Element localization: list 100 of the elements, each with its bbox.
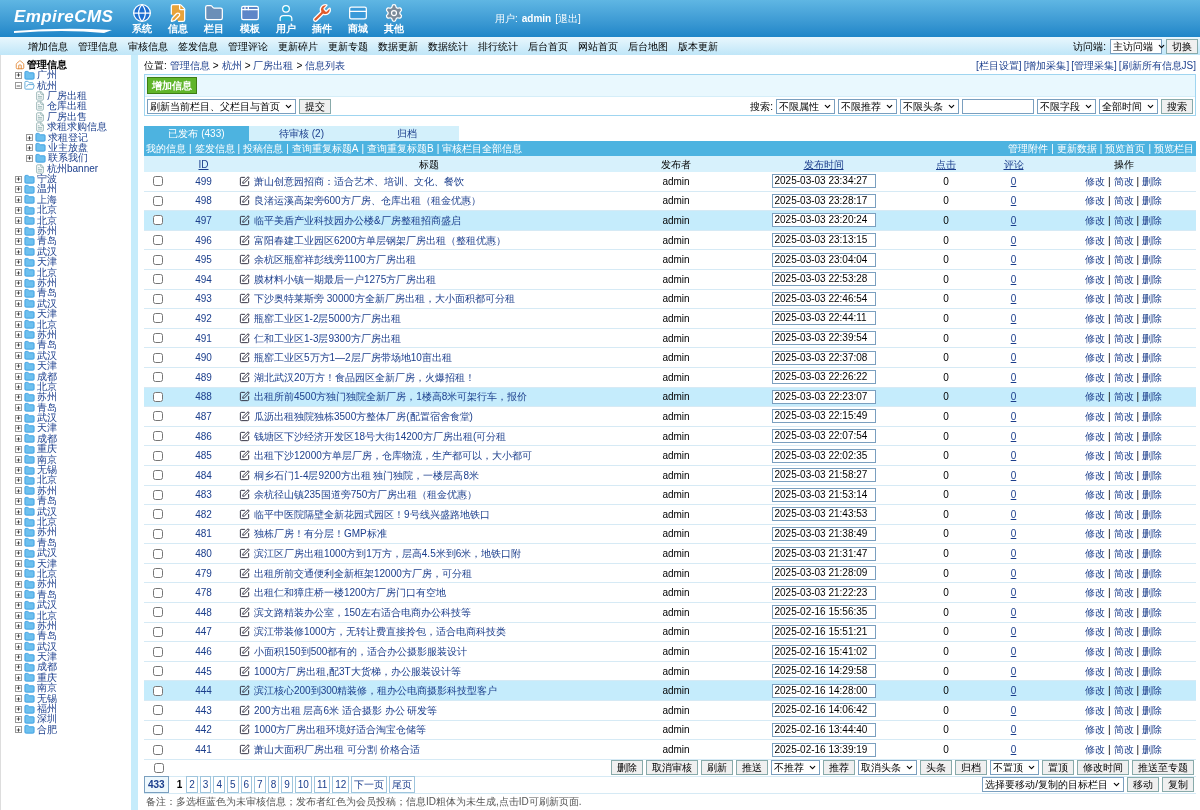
row-checkbox[interactable] xyxy=(152,352,163,363)
expand-icon[interactable] xyxy=(15,508,22,516)
table-row[interactable]: 441 萧山大面积厂房出租 可分割 价格合适 admin 2025-02-16 13:39:19 0 0 修改 | 简改 | 删除 xyxy=(144,740,1196,760)
dropdown[interactable]: 不限头条 xyxy=(900,98,959,114)
action-button[interactable]: 推送至专题 xyxy=(1132,760,1194,776)
row-action-link[interactable]: 简改 xyxy=(1113,173,1134,189)
menu-item[interactable]: 数据更新 xyxy=(378,38,418,54)
menu-item[interactable]: 审核信息 xyxy=(128,38,168,54)
table-row[interactable]: 485 出租下沙12000方单层厂房，仓库物流，生产都可以，大小都可 admin 2025-03-03 22:02:35 0 0 修改 | 简改 | 删除 xyxy=(144,446,1196,466)
id-link[interactable]: 479 xyxy=(195,565,212,581)
menu-item[interactable]: 管理评论 xyxy=(228,38,268,54)
page-link[interactable]: 6 xyxy=(240,776,253,794)
column-header[interactable]: 评论 xyxy=(1003,156,1024,172)
dropdown[interactable]: 全部时间 xyxy=(1099,98,1158,114)
time-field[interactable]: 2025-03-03 22:44:11 xyxy=(771,311,876,326)
tree-item[interactable]: 成都 xyxy=(37,662,57,673)
row-action-link[interactable]: 删除 xyxy=(1142,487,1163,503)
nav-button[interactable]: 栏目 xyxy=(201,3,227,34)
row-checkbox[interactable] xyxy=(152,705,163,716)
search-field[interactable] xyxy=(962,98,1034,114)
comments-link[interactable]: 0 xyxy=(1010,487,1017,503)
tree-item[interactable]: 武汉 xyxy=(37,548,57,559)
time-field[interactable]: 2025-02-16 15:41:02 xyxy=(771,644,876,659)
row-action-link[interactable]: 修改 xyxy=(1084,330,1105,346)
nav-button[interactable]: 信息 xyxy=(165,3,191,34)
row-action-link[interactable]: 删除 xyxy=(1142,644,1163,660)
row-checkbox[interactable] xyxy=(152,450,163,461)
comments-link[interactable]: 0 xyxy=(1010,291,1017,307)
id-link[interactable]: 495 xyxy=(195,252,212,268)
table-row[interactable]: 498 良渚运溪高架旁600方厂房、仓库出租（租金优惠） admin 2025-03-03 23:28:17 0 0 修改 | 简改 | 删除 xyxy=(144,191,1196,212)
tree-item[interactable]: 合肥 xyxy=(37,724,57,735)
expand-icon[interactable] xyxy=(15,217,22,225)
tree-item[interactable]: 天津 xyxy=(37,652,57,663)
row-checkbox[interactable] xyxy=(152,529,163,539)
title-link[interactable]: 出租所前4500方独门独院全新厂房，1楼高8米可架行车，报价 xyxy=(254,389,528,405)
action-button[interactable]: 取消审核 xyxy=(646,760,698,776)
action-button[interactable]: 切换 xyxy=(1166,38,1198,54)
expand-icon[interactable] xyxy=(15,591,22,599)
row-action-link[interactable]: 简改 xyxy=(1113,448,1134,464)
row-action-link[interactable]: 修改 xyxy=(1084,232,1105,248)
row-checkbox[interactable] xyxy=(152,509,163,520)
table-row[interactable]: 445 1000方厂房出租,配3T大货梯，办公服装设计等 admin 2025-02-16 14:29:58 0 0 修改 | 简改 | 删除 xyxy=(144,661,1196,682)
tree-item[interactable]: 广州 xyxy=(37,70,57,81)
expand-icon[interactable] xyxy=(15,258,22,266)
tree-item[interactable]: 苏州 xyxy=(37,392,57,403)
comments-link[interactable]: 0 xyxy=(1010,369,1017,385)
id-link[interactable]: 447 xyxy=(195,624,212,640)
row-action-link[interactable]: 删除 xyxy=(1142,173,1163,189)
title-link[interactable]: 膜材料小镇一期最后一户1275方厂房出租 xyxy=(254,271,437,287)
tree-item[interactable]: 天津 xyxy=(37,558,57,569)
tree-item[interactable]: 苏州 xyxy=(37,329,57,340)
expand-icon[interactable] xyxy=(15,383,22,391)
comments-link[interactable]: 0 xyxy=(1010,604,1017,620)
table-row[interactable]: 483 余杭径山镇235国道旁750方厂房出租（租金优惠） admin 2025-03-03 21:53:14 0 0 修改 | 简改 | 删除 xyxy=(144,485,1196,506)
comments-link[interactable]: 0 xyxy=(1010,644,1017,660)
row-action-link[interactable]: 简改 xyxy=(1113,702,1134,718)
table-row[interactable]: 480 滨江区厂房出租1000方到1万方，层高4.5米到6米，地铁口附 admin 2025-03-03 21:31:47 0 0 修改 | 简改 | 删除 xyxy=(144,544,1196,564)
row-action-link[interactable]: 修改 xyxy=(1084,369,1105,385)
table-row[interactable]: 448 滨文路精装办公室，150左右适合电商办公科技等 admin 2025-02-16 15:56:35 0 0 修改 | 简改 | 删除 xyxy=(144,603,1196,623)
table-row[interactable]: 486 钱塘区下沙经济开发区18号大街14200方厂房出租(可分租 admin 2025-03-03 22:07:54 0 0 修改 | 简改 | 删除 xyxy=(144,426,1196,447)
row-checkbox[interactable] xyxy=(152,666,163,677)
tree-item[interactable]: 南京 xyxy=(37,454,57,465)
row-action-link[interactable]: 删除 xyxy=(1142,565,1163,581)
time-field[interactable]: 2025-03-03 22:15:49 xyxy=(771,409,876,424)
title-link[interactable]: 萧山大面积厂房出租 可分割 价格合适 xyxy=(254,742,420,757)
tree-item[interactable]: 天津 xyxy=(37,361,57,372)
row-action-link[interactable]: 简改 xyxy=(1113,644,1134,660)
id-link[interactable]: 480 xyxy=(195,546,212,562)
time-field[interactable]: 2025-03-03 23:28:17 xyxy=(771,193,876,208)
tree-item[interactable]: 北京 xyxy=(37,319,57,330)
title-link[interactable]: 良渚运溪高架旁600方厂房、仓库出租（租金优惠） xyxy=(254,193,481,209)
action-button[interactable]: 提交 xyxy=(299,98,331,114)
expand-icon[interactable] xyxy=(15,373,22,380)
row-action-link[interactable]: 删除 xyxy=(1142,193,1163,209)
row-action-link[interactable]: 修改 xyxy=(1084,310,1105,326)
id-link[interactable]: 499 xyxy=(195,173,212,189)
table-row[interactable]: 496 富阳春建工业园区6200方单层钢架厂房出租（整租优惠） admin 2025-03-03 23:13:15 0 0 修改 | 简改 | 删除 xyxy=(144,230,1196,251)
column-header[interactable]: ID xyxy=(198,156,209,172)
time-field[interactable]: 2025-03-03 21:58:27 xyxy=(771,468,876,483)
table-row[interactable]: 479 出租所前交通便利全新框架12000方厂房，可分租 admin 2025-03-03 21:28:09 0 0 修改 | 简改 | 删除 xyxy=(144,563,1196,584)
action-button[interactable]: 复制 xyxy=(1162,777,1194,793)
comments-link[interactable]: 0 xyxy=(1010,310,1017,326)
row-action-link[interactable]: 简改 xyxy=(1113,683,1134,699)
row-action-link[interactable]: 简改 xyxy=(1113,271,1134,287)
tree-item[interactable]: 青岛 xyxy=(37,402,57,413)
row-action-link[interactable]: 简改 xyxy=(1113,506,1134,522)
title-link[interactable]: 余杭径山镇235国道旁750方厂房出租（租金优惠） xyxy=(254,487,478,503)
comments-link[interactable]: 0 xyxy=(1010,213,1017,228)
id-link[interactable]: 478 xyxy=(195,585,212,601)
title-link[interactable]: 瓜沥出租独院独栋3500方整体厂房(配置宿舍食堂) xyxy=(254,408,473,424)
menu-item[interactable]: 签发信息 xyxy=(178,38,218,54)
row-action-link[interactable]: 删除 xyxy=(1142,408,1163,424)
row-action-link[interactable]: 删除 xyxy=(1142,506,1163,522)
row-checkbox[interactable] xyxy=(152,411,163,422)
expand-icon[interactable] xyxy=(15,663,22,671)
column-header[interactable]: 发布时间 xyxy=(803,156,844,172)
menu-item[interactable]: 版本更新 xyxy=(678,38,718,54)
tree-item[interactable]: 苏州 xyxy=(37,620,57,631)
table-row[interactable]: 489 湖北武汉20万方！食品园区全新厂房，火爆招租！ admin 2025-03-03 22:26:22 0 0 修改 | 简改 | 删除 xyxy=(144,367,1196,388)
menu-item[interactable]: 更新碎片 xyxy=(278,38,318,54)
